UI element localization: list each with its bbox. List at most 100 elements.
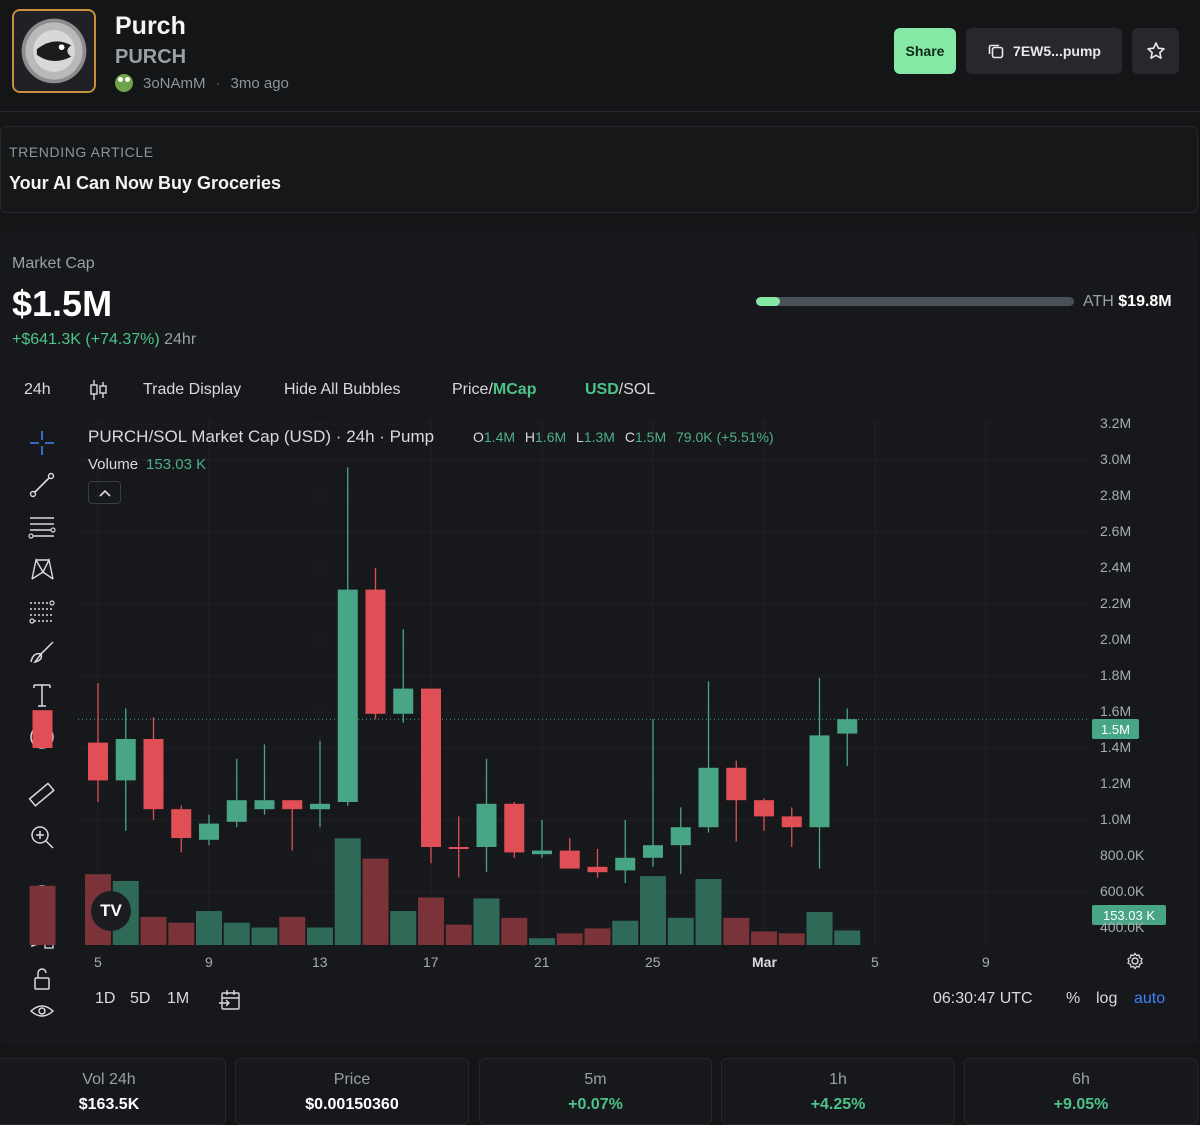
volume-bar — [473, 898, 500, 945]
chart-legend-volume: Volume 153.03 K — [88, 456, 206, 473]
volume-bar — [279, 916, 306, 945]
volume-bar — [445, 924, 472, 945]
candle-body — [143, 739, 164, 810]
candle-body — [726, 767, 747, 801]
stat-value: $163.5K — [78, 1096, 140, 1113]
y-tick-label: 3.0M — [1100, 451, 1132, 467]
volume-bar — [168, 922, 195, 945]
candle-body — [254, 800, 275, 810]
candle-body — [504, 803, 525, 853]
volume-bar — [251, 927, 278, 945]
stat-card-vol24h: Vol 24h $163.5K — [0, 1058, 226, 1125]
collapse-legend-button[interactable] — [88, 481, 121, 504]
close-label: C — [624, 429, 635, 445]
candle-body — [448, 847, 469, 849]
current-price-badge: 1.5M — [1092, 719, 1139, 739]
range-1m[interactable]: 1M — [167, 990, 189, 1008]
settings-gear-icon — [1127, 952, 1143, 970]
x-tick-label: 5 — [871, 954, 879, 970]
volume-bar — [223, 922, 250, 945]
candle-body — [809, 735, 830, 828]
volume-bar — [751, 931, 777, 945]
candle-body — [32, 710, 53, 748]
x-tick-label: Mar — [752, 954, 777, 970]
y-tick-label: 1.0M — [1100, 811, 1132, 827]
stat-value: +9.05% — [1053, 1096, 1109, 1113]
utc-clock[interactable]: 06:30:47 UTC — [933, 990, 1033, 1008]
range-1d[interactable]: 1D — [95, 990, 115, 1008]
percent-scale-toggle[interactable]: % — [1066, 990, 1080, 1008]
y-tick-label: 2.2M — [1100, 595, 1132, 611]
volume-bar — [556, 933, 583, 945]
volume-bar — [501, 917, 528, 945]
volume-bar — [390, 911, 417, 945]
stat-value: +4.25% — [810, 1096, 866, 1113]
volume-bar — [334, 838, 361, 945]
stat-card-1h[interactable]: 1h +4.25% — [721, 1058, 955, 1125]
open-label: O — [473, 429, 484, 445]
y-tick-label: 3.2M — [1100, 415, 1132, 431]
stat-card-price: Price $0.00150360 — [235, 1058, 469, 1125]
y-tick-label: 1.8M — [1100, 667, 1132, 683]
volume-bar — [723, 917, 750, 945]
stat-label: 1h — [829, 1071, 847, 1088]
stat-card-5m[interactable]: 5m +0.07% — [479, 1058, 712, 1125]
y-tick-label: 1.2M — [1100, 775, 1132, 791]
candle-body — [754, 800, 774, 817]
tradingview-logo[interactable]: TV — [91, 891, 131, 931]
y-tick-label: 400.0K — [1100, 919, 1145, 935]
candle-body — [365, 589, 386, 714]
candle-body — [115, 739, 136, 781]
candle-body — [670, 827, 691, 846]
volume-value: 153.03 K — [146, 456, 207, 473]
y-tick-label: 2.6M — [1100, 523, 1132, 539]
candle-body — [226, 800, 247, 822]
candle-body — [532, 850, 552, 855]
candle-body — [615, 857, 636, 871]
high-label: H — [524, 429, 536, 445]
chart-settings-button[interactable] — [1126, 952, 1144, 975]
open-value: 1.4M — [483, 429, 516, 445]
candle-body — [559, 850, 580, 869]
auto-scale-toggle[interactable]: auto — [1134, 990, 1165, 1008]
calendar-goto-icon — [219, 990, 240, 1010]
stat-label: 6h — [1072, 1071, 1090, 1088]
stat-label: Vol 24h — [82, 1071, 136, 1088]
date-range-button[interactable] — [218, 988, 242, 1017]
y-tick-label: 2.4M — [1100, 559, 1132, 575]
y-tick-label: 2.8M — [1100, 487, 1132, 503]
y-tick-label: 1.6M — [1100, 703, 1132, 719]
x-tick-label: 21 — [534, 954, 550, 970]
volume-bar — [778, 933, 805, 945]
volume-bar — [667, 917, 694, 945]
stat-label: 5m — [584, 1071, 607, 1088]
x-tick-label: 9 — [205, 954, 213, 970]
x-tick-label: 17 — [423, 954, 439, 970]
candle-body — [698, 767, 719, 828]
stat-card-6h[interactable]: 6h +9.05% — [964, 1058, 1198, 1125]
candle-body — [393, 688, 414, 714]
volume-bar — [362, 858, 389, 945]
y-tick-label: 1.4M — [1100, 739, 1132, 755]
stat-label: Price — [333, 1071, 371, 1088]
stat-value: $0.00150360 — [305, 1096, 399, 1113]
x-tick-label: 5 — [94, 954, 102, 970]
low-label: L — [576, 429, 584, 445]
x-tick-label: 25 — [645, 954, 661, 970]
high-value: 1.6M — [535, 429, 567, 445]
x-tick-label: 9 — [982, 954, 990, 970]
chevron-up-icon — [98, 489, 111, 497]
candle-body — [310, 803, 330, 810]
volume-bar — [806, 912, 833, 945]
candle-body — [587, 866, 608, 873]
range-5d[interactable]: 5D — [130, 990, 150, 1008]
volume-bar — [584, 928, 611, 945]
stat-value: +0.07% — [568, 1096, 623, 1113]
log-scale-toggle[interactable]: log — [1096, 990, 1117, 1008]
price-chart[interactable] — [0, 0, 1200, 1125]
candle-body — [476, 803, 497, 847]
candle-body — [88, 742, 108, 781]
volume-bar — [695, 879, 722, 945]
volume-bar — [307, 927, 333, 945]
y-tick-label: 2.0M — [1100, 631, 1132, 647]
